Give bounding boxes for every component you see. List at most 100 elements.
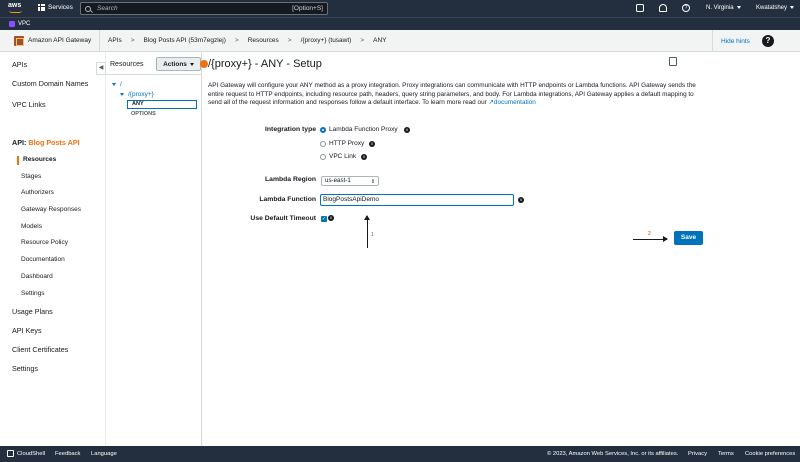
- chevron-down-icon: [189, 62, 194, 66]
- radio-lambda-proxy[interactable]: [320, 127, 326, 133]
- favorites-bar: VPC: [0, 17, 800, 30]
- breadcrumb-bar: Amazon API Gateway APIs > Blog Posts API…: [0, 30, 800, 52]
- services-menu[interactable]: Services: [38, 4, 73, 11]
- footer-cloudshell[interactable]: CloudShell: [17, 451, 45, 457]
- breadcrumb-resources[interactable]: Resources: [248, 37, 279, 44]
- annotation-number: 1: [371, 232, 374, 238]
- tree-method-options[interactable]: OPTIONS: [131, 111, 156, 117]
- chevron-down-icon: [790, 5, 795, 9]
- integration-type-label: Integration type: [265, 126, 316, 133]
- expand-icon[interactable]: [112, 82, 116, 86]
- save-button[interactable]: Save: [674, 231, 703, 245]
- documentation-link[interactable]: ↗documentation: [489, 99, 536, 106]
- footer-privacy[interactable]: Privacy: [688, 451, 707, 457]
- aws-logo[interactable]: aws: [8, 2, 24, 14]
- region-selector[interactable]: N. Virginia: [706, 5, 741, 11]
- nav-models[interactable]: Models: [21, 223, 42, 230]
- breadcrumb-resource[interactable]: /{proxy+} (tusawt): [301, 37, 352, 44]
- radio-label: Lambda Function Proxy: [329, 126, 398, 133]
- lambda-function-label: Lambda Function: [259, 196, 316, 203]
- annotation-arrow-up: [364, 215, 370, 248]
- radio-label: VPC Link: [329, 153, 357, 160]
- collapse-nav-button[interactable]: ◀: [96, 62, 106, 75]
- tree-method-any[interactable]: ANY: [127, 100, 197, 109]
- nav-apis[interactable]: APIs: [12, 60, 27, 69]
- nav-api-settings[interactable]: Settings: [21, 290, 45, 297]
- service-home[interactable]: Amazon API Gateway: [0, 30, 100, 51]
- help-circle-icon[interactable]: ?: [762, 35, 774, 47]
- default-timeout-checkbox[interactable]: ✓: [321, 216, 327, 222]
- default-timeout-label: Use Default Timeout: [250, 215, 316, 222]
- footer-language[interactable]: Language: [91, 451, 117, 457]
- search-shortcut: [Option+S]: [292, 5, 323, 12]
- breadcrumb-method: ANY: [373, 37, 387, 44]
- nav-settings[interactable]: Settings: [12, 364, 38, 373]
- lambda-region-label: Lambda Region: [265, 176, 316, 183]
- method-setup: /{proxy+} - ANY - Setup API Gateway will…: [200, 52, 800, 446]
- tree-root[interactable]: /: [112, 81, 122, 88]
- info-icon[interactable]: i: [518, 197, 524, 203]
- cloudshell-icon[interactable]: [636, 4, 644, 12]
- nav-api-keys[interactable]: API Keys: [12, 326, 42, 335]
- footer-copyright: © 2023, Amazon Web Services, Inc. or its…: [547, 451, 679, 457]
- actions-button[interactable]: Actions: [156, 57, 201, 71]
- help-icon[interactable]: ?: [682, 4, 690, 12]
- book-icon[interactable]: [669, 57, 677, 66]
- grid-icon: [38, 4, 45, 11]
- api-gateway-icon: [14, 35, 24, 46]
- nav-api-heading[interactable]: API: Blog Posts API: [12, 138, 80, 147]
- favorite-vpc[interactable]: VPC: [18, 21, 30, 27]
- nav-client-certificates[interactable]: Client Certificates: [12, 345, 68, 354]
- page-title: /{proxy+} - ANY - Setup: [208, 58, 322, 70]
- resources-title: Resources: [110, 61, 144, 68]
- expand-icon[interactable]: [120, 92, 124, 96]
- services-label: Services: [48, 4, 73, 11]
- info-icon[interactable]: i: [404, 127, 410, 133]
- info-icon[interactable]: i: [369, 141, 375, 147]
- nav-resource-policy[interactable]: Resource Policy: [21, 239, 68, 246]
- method-badge-icon: [200, 60, 208, 68]
- search-icon: [85, 5, 91, 12]
- radio-label: HTTP Proxy: [329, 140, 365, 147]
- top-navigation: aws Services Search [Option+S] ? N. Virg…: [0, 0, 800, 17]
- hide-hints-link[interactable]: Hide hints: [712, 30, 758, 52]
- footer-feedback[interactable]: Feedback: [55, 451, 80, 457]
- radio-http-proxy[interactable]: [320, 141, 326, 147]
- annotation-number: 2: [648, 231, 651, 237]
- info-icon[interactable]: i: [328, 215, 334, 221]
- nav-dashboard[interactable]: Dashboard: [21, 273, 53, 280]
- breadcrumb: APIs > Blog Posts API (53m7egzlej) > Res…: [108, 37, 387, 44]
- divider: [106, 74, 202, 75]
- chevron-down-icon: [736, 5, 741, 9]
- resources-panel: Resources Actions / /{proxy+} ANY OPTION…: [106, 52, 202, 446]
- setup-description: API Gateway will configure your ANY meth…: [208, 82, 696, 106]
- left-navigation: APIs Custom Domain Names VPC Links API: …: [0, 52, 106, 446]
- account-menu[interactable]: Kwatatshey: [756, 5, 795, 11]
- nav-custom-domain-names[interactable]: Custom Domain Names: [12, 79, 88, 88]
- lambda-function-input[interactable]: BlogPostsApiDemo: [320, 194, 514, 206]
- nav-vpc-links[interactable]: VPC Links: [12, 100, 46, 109]
- active-indicator: [17, 156, 19, 165]
- tree-proxy[interactable]: /{proxy+}: [120, 91, 154, 98]
- nav-gateway-responses[interactable]: Gateway Responses: [21, 206, 81, 213]
- lambda-region-select[interactable]: us-east-1 ⇕: [321, 176, 379, 186]
- bell-icon[interactable]: [659, 4, 667, 12]
- info-icon[interactable]: i: [361, 154, 367, 160]
- nav-stages[interactable]: Stages: [21, 173, 41, 180]
- nav-resources[interactable]: Resources: [23, 156, 56, 163]
- nav-authorizers[interactable]: Authorizers: [21, 189, 54, 196]
- chevron-updown-icon: ⇕: [370, 179, 375, 185]
- breadcrumb-api[interactable]: Blog Posts API (53m7egzlej): [144, 37, 226, 44]
- nav-usage-plans[interactable]: Usage Plans: [12, 307, 53, 316]
- breadcrumb-apis[interactable]: APIs: [108, 37, 122, 44]
- annotation-arrow-right: [633, 236, 668, 242]
- radio-vpc-link[interactable]: [320, 154, 326, 160]
- footer-terms[interactable]: Terms: [718, 451, 734, 457]
- footer-cookie-preferences[interactable]: Cookie preferences: [745, 451, 795, 457]
- footer: CloudShell Feedback Language © 2023, Ama…: [0, 446, 800, 462]
- cloudshell-icon[interactable]: [7, 450, 14, 457]
- nav-documentation[interactable]: Documentation: [21, 256, 65, 263]
- vpc-icon: [9, 21, 15, 27]
- search-input[interactable]: Search [Option+S]: [80, 2, 328, 15]
- search-placeholder: Search: [97, 5, 118, 12]
